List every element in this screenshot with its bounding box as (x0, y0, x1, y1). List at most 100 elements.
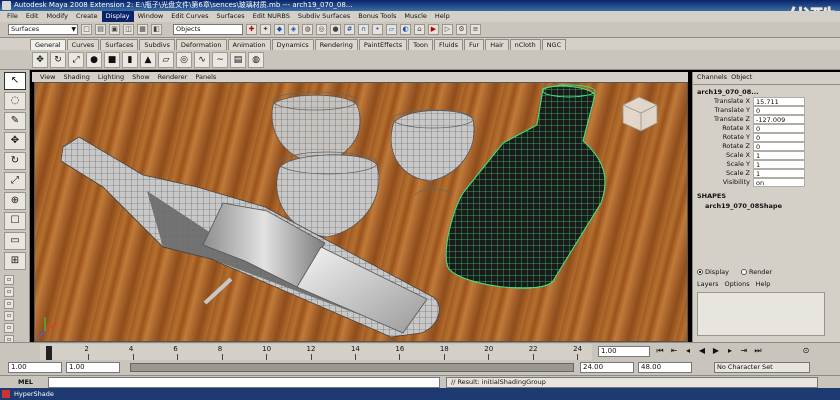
menu-window[interactable]: Window (134, 11, 168, 22)
viewport-menu-lighting[interactable]: Lighting (94, 73, 128, 81)
channel-value-field[interactable]: 0 (753, 124, 805, 133)
step-forward-icon[interactable]: ▸ (724, 346, 736, 357)
scale-icon[interactable]: ⤢ (4, 172, 26, 190)
scale-tool-icon[interactable]: ⤢ (68, 51, 84, 68)
animation-end-field[interactable]: 48.00 (638, 362, 692, 373)
menu-edit[interactable]: Edit (22, 11, 43, 22)
menu-edit-curves[interactable]: Edit Curves (167, 11, 212, 22)
menu-surfaces[interactable]: Surfaces (212, 11, 248, 22)
channel-value-field[interactable]: 0 (753, 106, 805, 115)
single-view-icon[interactable]: ▭ (4, 232, 26, 250)
shelf-tab-ncloth[interactable]: nCloth (509, 39, 541, 50)
channel-label[interactable]: Rotate X (693, 124, 753, 133)
paint-select-icon[interactable]: ✎ (4, 112, 26, 130)
plane-icon[interactable]: ▱ (158, 51, 174, 68)
select-deformers-icon[interactable]: ◍ (302, 24, 313, 35)
menu-muscle[interactable]: Muscle (400, 11, 431, 22)
view-cube-icon[interactable] (622, 96, 658, 132)
play-forward-icon[interactable]: ▶ (710, 346, 722, 357)
history-icon[interactable]: ⌂ (414, 24, 425, 35)
playback-start-field[interactable]: 1.00 (66, 362, 120, 373)
channel-value-field[interactable]: 15.711 (753, 97, 805, 106)
shelf-tab-hair[interactable]: Hair (485, 39, 509, 50)
snap-curve-icon[interactable]: ∩ (358, 24, 369, 35)
shelf-tab-general[interactable]: General (30, 39, 66, 50)
animation-start-field[interactable]: 1.00 (8, 362, 62, 373)
playback-end-field[interactable]: 24.00 (580, 362, 634, 373)
shelf-tab-toon[interactable]: Toon (408, 39, 434, 50)
help-menu[interactable]: Help (756, 280, 771, 288)
character-set-dropdown[interactable]: No Character Set (714, 362, 810, 373)
shelf-tab-surfaces[interactable]: Surfaces (100, 39, 139, 50)
channel-label[interactable]: Scale X (693, 151, 753, 160)
select-dynamics-icon[interactable]: ◎ (316, 24, 327, 35)
shelf-tab-curves[interactable]: Curves (66, 39, 100, 50)
select-hierarchy-icon[interactable]: ◫ (123, 24, 134, 35)
current-frame-field[interactable]: 1.00 (598, 346, 650, 357)
shelf-tab-painteffects[interactable]: PaintEffects (358, 39, 408, 50)
play-backward-icon[interactable]: ◀ (696, 346, 708, 357)
cube-icon[interactable]: ■ (104, 51, 120, 68)
display-layer-radio[interactable]: Display (697, 268, 729, 276)
select-rendering-icon[interactable]: ● (330, 24, 341, 35)
render-icon[interactable]: ▶ (428, 24, 439, 35)
channel-value-field[interactable]: -127.009 (753, 115, 805, 124)
select-component-icon[interactable]: ◧ (151, 24, 162, 35)
menu-create[interactable]: Create (72, 11, 102, 22)
mel-label[interactable]: MEL (18, 378, 33, 386)
menu-edit-nurbs[interactable]: Edit NURBS (249, 11, 294, 22)
layout-a-icon[interactable]: ▫ (4, 275, 14, 285)
select-handles-icon[interactable]: ✚ (246, 24, 257, 35)
cv-curve-icon[interactable]: ∿ (194, 51, 210, 68)
select-tool-icon[interactable]: ↖ (4, 72, 26, 90)
tab-object[interactable]: Object (731, 72, 752, 82)
step-back-icon[interactable]: ◂ (682, 346, 694, 357)
channel-label[interactable]: Translate Z (693, 115, 753, 124)
render-layer-radio[interactable]: Render (740, 268, 772, 276)
select-object-icon[interactable]: ▦ (137, 24, 148, 35)
viewport-menu-panels[interactable]: Panels (191, 73, 220, 81)
wine-bottle-lying[interactable] (60, 136, 440, 338)
shelf-tab-deformation[interactable]: Deformation (175, 39, 227, 50)
save-scene-icon[interactable]: ▣ (109, 24, 120, 35)
tab-channels[interactable]: Channels (697, 72, 727, 82)
render-settings-icon[interactable]: ⚙ (456, 24, 467, 35)
four-view-icon[interactable]: ⊞ (4, 252, 26, 270)
layers-menu[interactable]: Layers (697, 280, 719, 288)
shelf-tab-fur[interactable]: Fur (464, 39, 485, 50)
menu-help[interactable]: Help (431, 11, 454, 22)
go-to-start-icon[interactable]: ⏮ (654, 346, 666, 357)
snap-grid-icon[interactable]: # (344, 24, 355, 35)
range-bar[interactable] (130, 363, 574, 372)
channel-value-field[interactable]: 1 (753, 169, 805, 178)
taskbar-item-hypershade[interactable]: HyperShade (14, 390, 54, 398)
shelf-tab-ngc[interactable]: NGC (541, 39, 567, 50)
select-joints-icon[interactable]: ✦ (260, 24, 271, 35)
shelf-tab-rendering[interactable]: Rendering (314, 39, 358, 50)
shelf-tab-fluids[interactable]: Fluids (434, 39, 464, 50)
channel-value-field[interactable]: 0 (753, 142, 805, 151)
viewport-menu-show[interactable]: Show (128, 73, 154, 81)
menu-modify[interactable]: Modify (42, 11, 72, 22)
channel-label[interactable]: Rotate Y (693, 133, 753, 142)
layout-b-icon[interactable]: ▫ (4, 287, 14, 297)
channel-label[interactable]: Scale Y (693, 160, 753, 169)
snap-plane-icon[interactable]: ▱ (386, 24, 397, 35)
select-curves-icon[interactable]: ◆ (274, 24, 285, 35)
menu-file[interactable]: File (3, 11, 22, 22)
select-surfaces-icon[interactable]: ◈ (288, 24, 299, 35)
torus-icon[interactable]: ◎ (176, 51, 192, 68)
shelf-tab-subdivs[interactable]: Subdivs (139, 39, 175, 50)
channel-label[interactable]: Visibility (693, 178, 753, 187)
layer-list[interactable] (697, 292, 825, 336)
ep-curve-icon[interactable]: ~ (212, 51, 228, 68)
cone-icon[interactable]: ▲ (140, 51, 156, 68)
channel-label[interactable]: Scale Z (693, 169, 753, 178)
channel-label[interactable]: Translate Y (693, 106, 753, 115)
step-back-key-icon[interactable]: ⇤ (668, 346, 680, 357)
objects-field[interactable]: Objects (173, 24, 243, 35)
channel-value-field[interactable]: 0 (753, 133, 805, 142)
menu-set-dropdown[interactable]: Surfaces ▼ (8, 24, 78, 35)
revolve-icon[interactable]: ◍ (248, 51, 264, 68)
layout-c-icon[interactable]: ▫ (4, 299, 14, 309)
